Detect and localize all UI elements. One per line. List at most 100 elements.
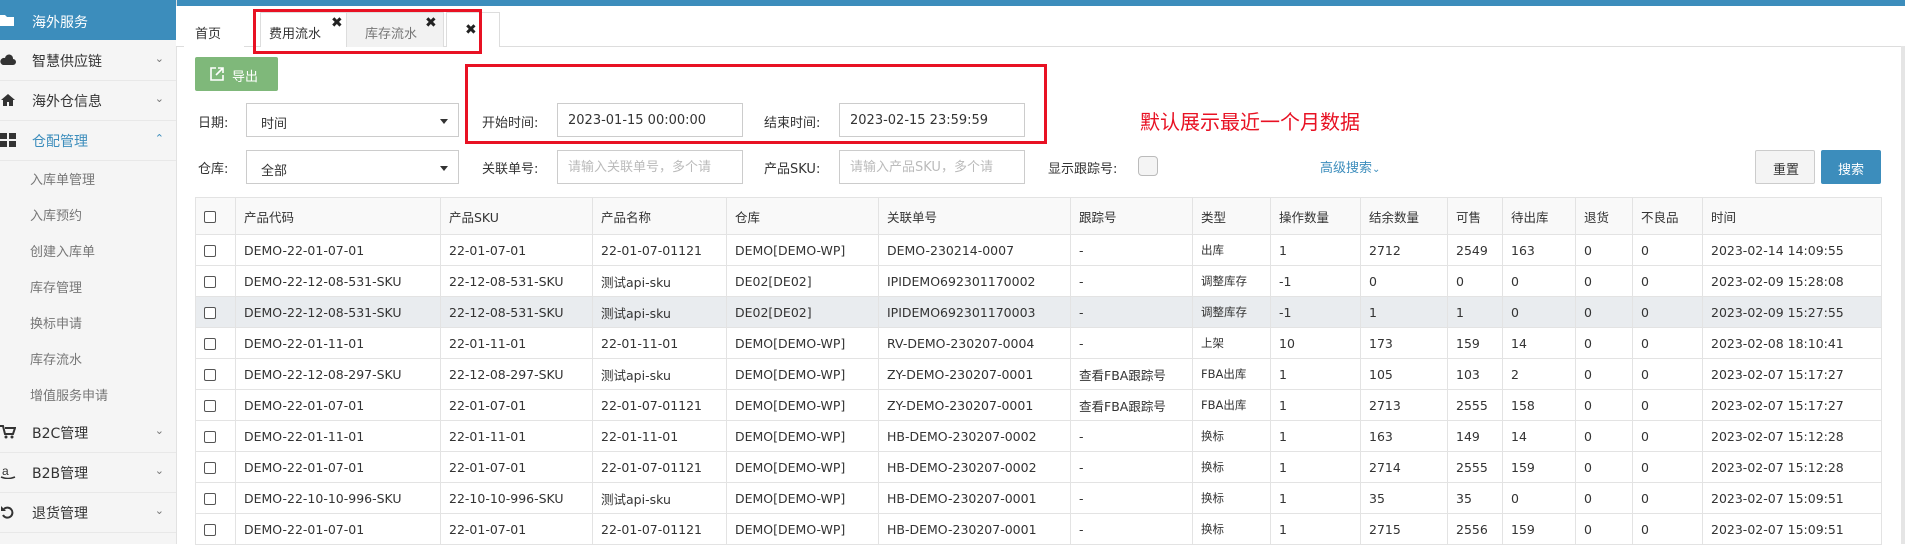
table-cell: 测试api-sku <box>592 358 727 390</box>
table-cell: DEMO-230214-0007 <box>878 234 1071 266</box>
column-header[interactable]: 不良品 <box>1632 197 1703 235</box>
warehouse-label: 仓库: <box>198 162 229 177</box>
table-cell: DEMO[DEMO-WP] <box>726 451 879 483</box>
table-row[interactable]: DEMO-22-12-08-531-SKU 22-12-08-531-SKU 测试a… <box>195 296 1882 328</box>
table-row[interactable]: DEMO-22-01-11-01 22-01-11-01 22-01-11-01 DE… <box>195 327 1882 359</box>
table-cell: RV-DEMO-230207-0004 <box>878 327 1071 359</box>
table-row[interactable]: DEMO-22-01-07-01 22-01-07-01 22-01-07-0112… <box>195 451 1882 483</box>
sidebar-subitem-value-added[interactable]: 增值服务申请 <box>0 376 176 412</box>
sidebar-item-b2c[interactable]: B2C管理 ⌄ <box>0 412 176 453</box>
table-cell: 22-12-08-531-SKU <box>440 296 593 328</box>
tab-label: 首页 <box>195 27 222 42</box>
row-checkbox[interactable] <box>204 431 216 443</box>
cloud-icon <box>0 54 16 65</box>
row-checkbox[interactable] <box>204 307 216 319</box>
sidebar-subitem-label: 增值服务申请 <box>30 389 109 404</box>
row-checkbox[interactable] <box>204 369 216 381</box>
table-cell: 22-01-07-01121 <box>592 234 727 266</box>
table-row[interactable]: DEMO-22-01-07-01 22-01-07-01 22-01-07-0112… <box>195 234 1882 266</box>
row-checkbox[interactable] <box>204 462 216 474</box>
advanced-search-link[interactable]: 高级搜索⌄ <box>1320 157 1380 176</box>
sidebar-item-supply-chain[interactable]: 智慧供应链 ⌄ <box>0 40 176 81</box>
table-row[interactable]: DEMO-22-01-07-01 22-01-07-01 22-01-07-0112… <box>195 513 1882 545</box>
table-cell: 2023-02-08 18:10:41 <box>1702 327 1882 359</box>
sidebar-item-warehouse-info[interactable]: 海外仓信息 ⌄ <box>0 80 176 121</box>
sidebar-subitem-inventory-flow[interactable]: 库存流水 <box>0 340 176 376</box>
fba-tracking-link[interactable]: 查看FBA跟踪号 <box>1070 389 1193 421</box>
column-header[interactable]: 操作数量 <box>1270 197 1361 235</box>
home-icon <box>1 94 15 106</box>
table-row[interactable]: DEMO-22-10-10-996-SKU 22-10-10-996-SKU 测试a… <box>195 482 1882 514</box>
warehouse-select[interactable]: 全部 <box>246 150 459 184</box>
sidebar-item-overseas-service[interactable]: 海外服务 <box>0 0 176 40</box>
show-tracking-checkbox[interactable] <box>1138 156 1158 176</box>
table-row[interactable]: DEMO-22-12-08-297-SKU 22-12-08-297-SKU 测试a… <box>195 358 1882 390</box>
warehouse-value: 全部 <box>261 164 288 179</box>
column-header[interactable]: 待出库 <box>1502 197 1576 235</box>
table-cell: 2556 <box>1447 513 1503 545</box>
annotation-box-tabs <box>253 9 482 54</box>
table-cell: 22-01-11-01 <box>592 420 727 452</box>
table-row[interactable]: DEMO-22-12-08-531-SKU 22-12-08-531-SKU 测试a… <box>195 265 1882 297</box>
column-header[interactable]: 结余数量 <box>1360 197 1448 235</box>
table-cell: 调整库存 <box>1192 296 1271 328</box>
row-checkbox[interactable] <box>204 245 216 257</box>
table-cell: 1 <box>1447 296 1503 328</box>
export-button[interactable]: 导出 <box>195 57 278 91</box>
sidebar-item-b2b[interactable]: a B2B管理 ⌄ <box>0 452 176 493</box>
table-cell: 10 <box>1270 327 1361 359</box>
column-header[interactable]: 仓库 <box>726 197 879 235</box>
column-header[interactable]: 关联单号 <box>878 197 1071 235</box>
select-all-checkbox[interactable] <box>204 211 216 223</box>
vertical-scrollbar[interactable] <box>1901 46 1905 544</box>
reset-button[interactable]: 重置 <box>1755 150 1815 184</box>
table-row[interactable]: DEMO-22-01-07-01 22-01-07-01 22-01-07-0112… <box>195 389 1882 421</box>
table-cell: 0 <box>1575 296 1633 328</box>
sidebar-subitem-inbound-orders[interactable]: 入库单管理 <box>0 160 176 196</box>
column-header[interactable]: 产品名称 <box>592 197 727 235</box>
row-checkbox[interactable] <box>204 400 216 412</box>
table-row[interactable]: DEMO-22-01-11-01 22-01-11-01 22-01-11-01 DE… <box>195 420 1882 452</box>
column-header[interactable]: 类型 <box>1192 197 1271 235</box>
sidebar-subitem-inbound-appointment[interactable]: 入库预约 <box>0 196 176 232</box>
column-header[interactable]: 可售 <box>1447 197 1503 235</box>
table-cell: FBA出库 <box>1192 389 1271 421</box>
column-header[interactable]: 跟踪号 <box>1070 197 1193 235</box>
column-header[interactable]: 产品代码 <box>235 197 441 235</box>
row-checkbox[interactable] <box>204 524 216 536</box>
column-header[interactable]: 退货 <box>1575 197 1633 235</box>
sku-input[interactable] <box>839 150 1025 184</box>
table-cell: DEMO[DEMO-WP] <box>726 482 879 514</box>
table-cell: 22-01-07-01121 <box>592 513 727 545</box>
sidebar-subitem-relabel[interactable]: 换标申请 <box>0 304 176 340</box>
sidebar-item-returns[interactable]: 退货管理 ⌄ <box>0 492 176 533</box>
table-cell: HB-DEMO-230207-0002 <box>878 420 1071 452</box>
ref-number-input[interactable] <box>557 150 743 184</box>
search-button[interactable]: 搜索 <box>1821 150 1881 184</box>
chevron-down-icon: ⌄ <box>1372 164 1381 175</box>
sidebar-subitem-create-inbound[interactable]: 创建入库单 <box>0 232 176 268</box>
date-type-select[interactable]: 时间 <box>246 103 459 137</box>
tab-home[interactable]: 首页 <box>184 12 244 47</box>
sidebar-item-fulfillment[interactable]: 仓配管理 ⌃ <box>0 120 176 161</box>
column-header[interactable]: 产品SKU <box>440 197 593 235</box>
amazon-icon: a <box>0 465 16 479</box>
table-cell: - <box>1070 296 1193 328</box>
row-checkbox[interactable] <box>204 493 216 505</box>
table-cell: IPIDEMO692301170002 <box>878 265 1071 297</box>
table-cell: 22-10-10-996-SKU <box>440 482 593 514</box>
select-all-cell <box>195 197 236 235</box>
date-label: 日期: <box>198 116 229 131</box>
fba-tracking-link[interactable]: 查看FBA跟踪号 <box>1070 358 1193 390</box>
table-cell: 22-01-07-01 <box>440 513 593 545</box>
table-cell: HB-DEMO-230207-0001 <box>878 482 1071 514</box>
table-header-row: 产品代码 产品SKU 产品名称 仓库 关联单号 跟踪号 类型 操作数量 结余数量… <box>195 197 1882 235</box>
table-cell: 调整库存 <box>1192 265 1271 297</box>
row-checkbox[interactable] <box>204 338 216 350</box>
column-header[interactable]: 时间 <box>1702 197 1882 235</box>
row-checkbox[interactable] <box>204 276 216 288</box>
sidebar-subitem-inventory[interactable]: 库存管理 <box>0 268 176 304</box>
table-cell: 0 <box>1575 389 1633 421</box>
sidebar-subitem-label: 入库预约 <box>30 209 83 224</box>
sidebar-subitem-label: 换标申请 <box>30 317 83 332</box>
